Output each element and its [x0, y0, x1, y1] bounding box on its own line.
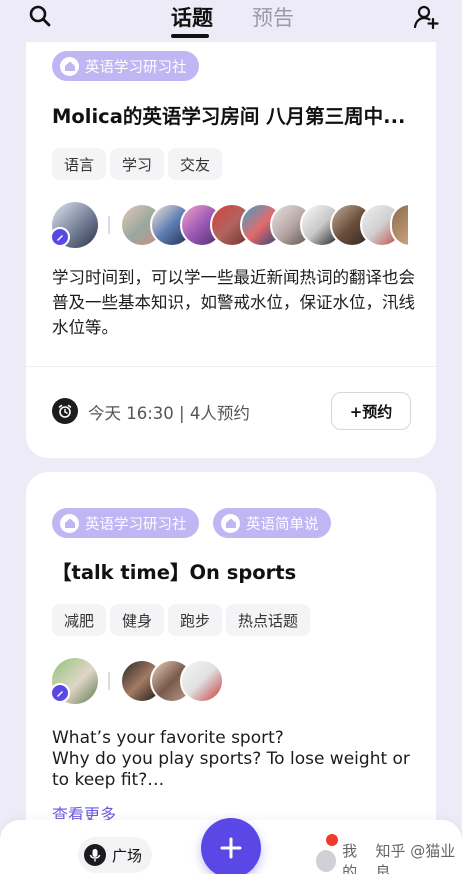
tag-chip[interactable]: 健身: [110, 604, 165, 636]
schedule-text: 今天 16:30 | 4人预约: [88, 404, 250, 423]
club-badge[interactable]: 英语学习研习社: [52, 51, 199, 81]
tag-chip[interactable]: 跑步: [168, 604, 223, 636]
room-title: Molica的英语学习房间 八月第三周中...: [52, 105, 406, 128]
room-card[interactable]: 英语学习研习社 Molica的英语学习房间 八月第三周中... 语言 学习 交友…: [26, 20, 436, 458]
notification-dot: [326, 834, 338, 846]
microphone-icon: [84, 844, 106, 866]
tag-chip[interactable]: 语言: [52, 148, 107, 180]
participant-avatar[interactable]: [180, 659, 224, 703]
reserve-button[interactable]: +预约: [331, 392, 411, 430]
host-mic-badge-icon: [50, 227, 70, 247]
tab-preview[interactable]: 预告: [252, 2, 294, 32]
plaza-button[interactable]: 广场: [78, 837, 153, 873]
house-icon: [221, 513, 240, 533]
club-name: 英语学习研习社: [85, 516, 187, 533]
club-badge[interactable]: 英语简单说: [213, 508, 331, 538]
mine-tab[interactable]: 我的 知乎 @猫业良: [316, 840, 462, 874]
add-user-icon[interactable]: [413, 4, 439, 30]
mine-label: 我的: [342, 842, 358, 874]
club-badge[interactable]: 英语学习研习社: [52, 508, 199, 538]
profile-avatar: [316, 850, 337, 872]
create-room-button[interactable]: [201, 818, 261, 874]
plaza-label: 广场: [112, 846, 143, 865]
divider: [26, 366, 436, 367]
tag-chip[interactable]: 热点话题: [226, 604, 311, 636]
tab-topics[interactable]: 话题: [171, 2, 213, 32]
house-icon: [60, 513, 79, 533]
host-mic-badge-icon: [50, 683, 70, 703]
club-name: 英语学习研习社: [85, 59, 187, 76]
tag-chip[interactable]: 交友: [168, 148, 223, 180]
club-name: 英语简单说: [246, 516, 319, 533]
alarm-clock-icon: [52, 398, 78, 424]
watermark-text: 知乎 @猫业良: [375, 842, 456, 874]
divider: [108, 672, 110, 690]
tag-chip[interactable]: 减肥: [52, 604, 107, 636]
plus-icon: [220, 837, 242, 859]
room-card[interactable]: 英语学习研习社 英语简单说 【talk time】On sports 减肥 健身…: [26, 472, 436, 872]
room-description: 学习时间到，可以学一些最近新闻热词的翻译也会普及一些基本知识，如警戒水位，保证水…: [52, 268, 415, 337]
divider: [108, 216, 110, 234]
top-header: 话题 预告: [0, 0, 462, 42]
house-icon: [60, 56, 79, 76]
room-description: What’s your favorite sport? Why do you p…: [52, 728, 410, 790]
tag-chip[interactable]: 学习: [110, 148, 165, 180]
active-tab-indicator: [171, 34, 209, 38]
search-icon[interactable]: [28, 4, 52, 28]
room-title: 【talk time】On sports: [52, 561, 297, 584]
